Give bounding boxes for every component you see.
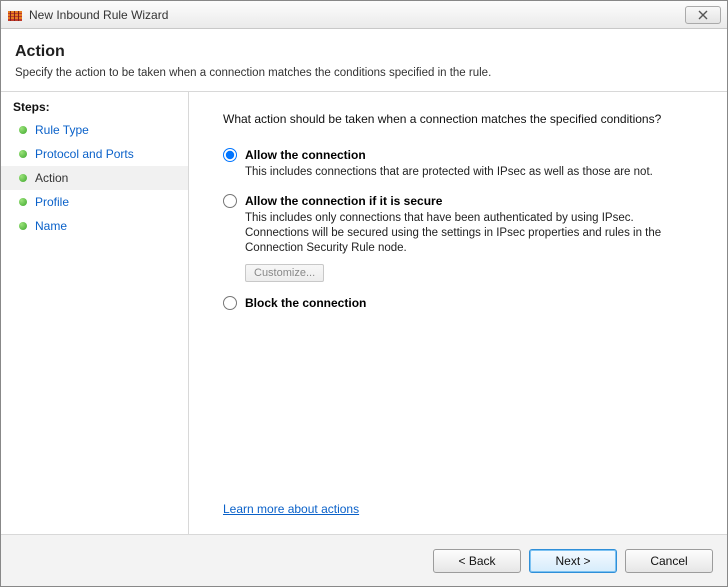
- option-allow-row[interactable]: Allow the connection: [223, 148, 707, 162]
- wizard-footer: < Back Next > Cancel: [1, 534, 727, 586]
- steps-heading: Steps:: [1, 98, 188, 118]
- close-icon: [697, 10, 709, 20]
- step-bullet-icon: [19, 150, 27, 158]
- next-button[interactable]: Next >: [529, 549, 617, 573]
- step-rule-type[interactable]: Rule Type: [1, 118, 188, 142]
- step-label: Protocol and Ports: [35, 146, 134, 162]
- step-label: Profile: [35, 194, 69, 210]
- learn-more-link[interactable]: Learn more about actions: [223, 502, 359, 516]
- page-subtitle: Specify the action to be taken when a co…: [15, 67, 713, 79]
- option-allow-title: Allow the connection: [245, 148, 366, 162]
- option-allow-secure-desc: This includes only connections that have…: [245, 211, 665, 256]
- step-bullet-icon: [19, 198, 27, 206]
- step-profile[interactable]: Profile: [1, 190, 188, 214]
- close-button[interactable]: [685, 6, 721, 24]
- cancel-button[interactable]: Cancel: [625, 549, 713, 573]
- option-allow-secure-title: Allow the connection if it is secure: [245, 194, 442, 208]
- customize-button: Customize...: [245, 264, 324, 282]
- wizard-body: Steps: Rule Type Protocol and Ports Acti…: [1, 92, 727, 534]
- option-allow-secure-row[interactable]: Allow the connection if it is secure: [223, 194, 707, 208]
- firewall-icon: [7, 7, 23, 23]
- step-name[interactable]: Name: [1, 214, 188, 238]
- title-bar: New Inbound Rule Wizard: [1, 1, 727, 29]
- step-label: Rule Type: [35, 122, 89, 138]
- option-allow: Allow the connection This includes conne…: [223, 148, 707, 180]
- option-block-row[interactable]: Block the connection: [223, 296, 707, 310]
- steps-sidebar: Steps: Rule Type Protocol and Ports Acti…: [1, 92, 189, 534]
- option-allow-secure: Allow the connection if it is secure Thi…: [223, 194, 707, 282]
- wizard-header: Action Specify the action to be taken wh…: [1, 29, 727, 92]
- radio-block[interactable]: [223, 296, 237, 310]
- step-label: Action: [35, 170, 68, 186]
- step-bullet-icon: [19, 126, 27, 134]
- option-block-title: Block the connection: [245, 296, 366, 310]
- back-button[interactable]: < Back: [433, 549, 521, 573]
- option-block: Block the connection: [223, 296, 707, 310]
- radio-allow-secure[interactable]: [223, 194, 237, 208]
- step-action[interactable]: Action: [1, 166, 188, 190]
- wizard-window: New Inbound Rule Wizard Action Specify t…: [0, 0, 728, 587]
- page-title: Action: [15, 43, 713, 61]
- step-bullet-icon: [19, 174, 27, 182]
- wizard-content: What action should be taken when a conne…: [189, 92, 727, 534]
- step-bullet-icon: [19, 222, 27, 230]
- question-text: What action should be taken when a conne…: [223, 112, 707, 126]
- step-label: Name: [35, 218, 67, 234]
- window-title: New Inbound Rule Wizard: [29, 8, 685, 22]
- radio-allow[interactable]: [223, 148, 237, 162]
- option-allow-desc: This includes connections that are prote…: [245, 165, 665, 180]
- step-protocol-and-ports[interactable]: Protocol and Ports: [1, 142, 188, 166]
